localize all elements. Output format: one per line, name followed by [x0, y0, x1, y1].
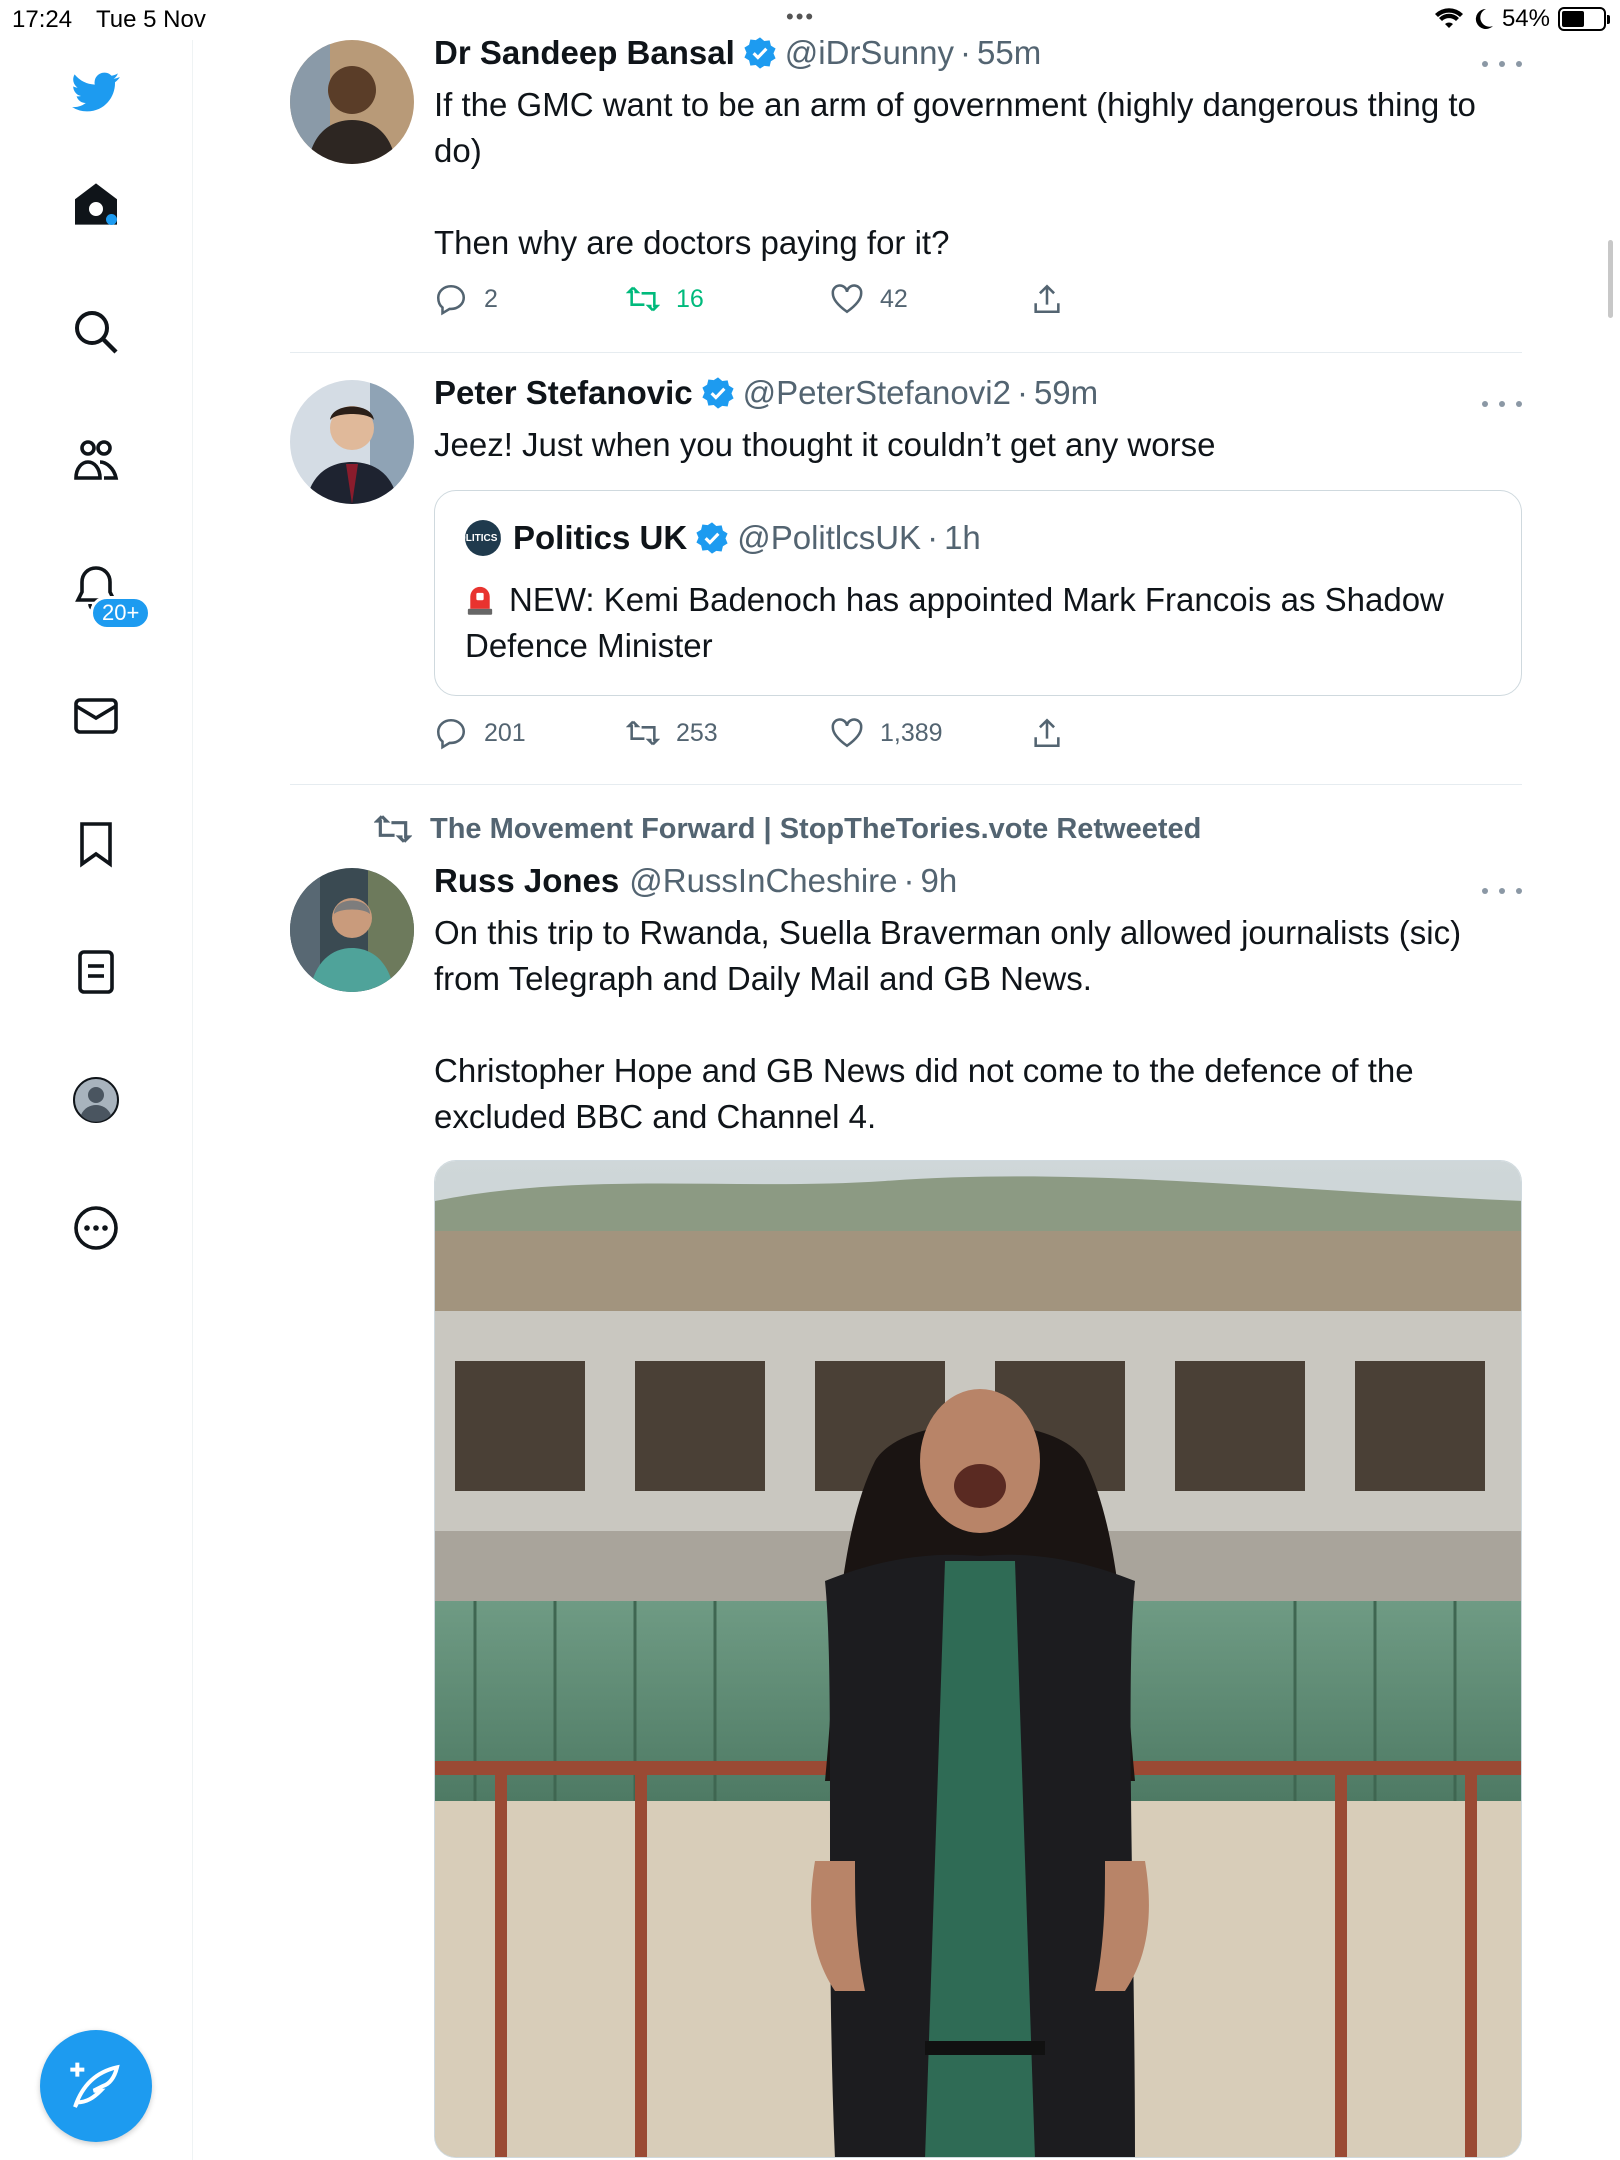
like-button[interactable]: 42	[830, 282, 908, 316]
quoted-tweet[interactable]: POLITICS UK Politics UK @PolitlcsUK · 1h…	[434, 490, 1522, 696]
more-options-icon[interactable]	[66, 1198, 126, 1258]
more-icon[interactable]	[1482, 394, 1522, 414]
retweet-icon	[374, 815, 412, 843]
twitter-bird-icon[interactable]	[66, 62, 126, 122]
tweet-text: On this trip to Rwanda, Suella Braverman…	[434, 914, 1462, 1135]
author-handle[interactable]: @PeterStefanovi2	[743, 374, 1011, 412]
quoted-author-handle[interactable]: @PolitlcsUK	[737, 519, 921, 557]
status-date: Tue 5 Nov	[96, 6, 206, 33]
tweet-actions: 201 253 1,389	[434, 716, 1174, 756]
verified-badge-icon	[744, 37, 776, 69]
separator: ·	[903, 862, 915, 899]
quoted-tweet-time[interactable]: 1h	[944, 519, 981, 557]
like-count: 42	[880, 284, 908, 313]
tweet-time[interactable]: 55m	[977, 34, 1041, 72]
like-button[interactable]: 1,389	[830, 716, 943, 750]
verified-badge-icon	[702, 377, 734, 409]
scrollbar[interactable]	[1608, 240, 1613, 318]
tweet[interactable]: The Movement Forward | StopTheTories.vot…	[290, 810, 1522, 2160]
tweet-photo[interactable]	[434, 1160, 1522, 2158]
tweet-header: Peter Stefanovic @PeterStefanovi2 · 59m	[434, 374, 1098, 412]
new-content-dot	[106, 214, 117, 225]
sidebar: 20+	[0, 40, 193, 2160]
bookmarks-icon[interactable]	[66, 814, 126, 874]
tweet-time[interactable]: 59m	[1034, 374, 1098, 412]
author-handle[interactable]: @RussInCheshire	[629, 862, 897, 900]
like-count: 1,389	[880, 718, 943, 747]
heart-icon	[831, 284, 863, 314]
avatar[interactable]	[290, 868, 414, 992]
tweet-actions: 2 16 42	[434, 282, 1174, 322]
reply-count: 201	[484, 718, 526, 747]
quoted-author-name[interactable]: Politics UK	[513, 519, 687, 557]
author-handle[interactable]: @iDrSunny	[785, 34, 954, 72]
separator: ·	[1016, 374, 1028, 411]
home-icon[interactable]	[66, 174, 126, 234]
retweet-count: 16	[676, 284, 704, 313]
battery-percent: 54%	[1501, 5, 1550, 32]
profile-icon[interactable]	[66, 1070, 126, 1130]
heart-icon	[831, 718, 863, 748]
retweet-icon	[626, 286, 660, 312]
tweet-text: Jeez! Just when you thought it couldn’t …	[434, 426, 1216, 463]
siren-emoji-icon	[467, 586, 493, 615]
messages-icon[interactable]	[66, 686, 126, 746]
tweet-header: Dr Sandeep Bansal @iDrSunny · 55m	[434, 34, 1041, 72]
reply-button[interactable]: 2	[434, 282, 498, 316]
separator: ·	[927, 519, 939, 556]
more-icon[interactable]	[1482, 881, 1522, 901]
more-icon[interactable]	[1482, 54, 1522, 74]
reply-icon	[436, 284, 466, 316]
retweet-icon	[626, 720, 660, 746]
share-button[interactable]	[1030, 282, 1064, 316]
author-name[interactable]: Russ Jones	[434, 862, 619, 900]
quoted-tweet-text: NEW: Kemi Badenoch has appointed Mark Fr…	[465, 581, 1444, 664]
reply-icon	[436, 718, 466, 750]
communities-icon[interactable]	[66, 430, 126, 490]
battery-icon	[1558, 7, 1610, 31]
moon-icon	[1475, 8, 1493, 29]
quoted-tweet-body: NEW: Kemi Badenoch has appointed Mark Fr…	[465, 577, 1505, 669]
tweet[interactable]: Dr Sandeep Bansal @iDrSunny · 55m If the…	[290, 34, 1522, 340]
notifications-badge: 20+	[90, 596, 152, 630]
verified-badge-icon	[696, 522, 728, 554]
share-button[interactable]	[1030, 716, 1064, 750]
wifi-icon	[1434, 8, 1463, 29]
multitasking-dots[interactable]: •••	[786, 4, 815, 30]
retweet-count: 253	[676, 718, 718, 747]
retweeted-by-text: The Movement Forward | StopTheTories.vot…	[430, 812, 1202, 845]
tweet-time[interactable]: 9h	[921, 862, 958, 900]
author-name[interactable]: Peter Stefanovic	[434, 374, 693, 412]
retweet-button[interactable]: 253	[626, 716, 718, 750]
share-icon	[1034, 718, 1060, 748]
status-indicators: 54%	[1434, 5, 1610, 33]
lists-icon[interactable]	[66, 942, 126, 1002]
tweet-divider	[290, 784, 1522, 785]
search-icon[interactable]	[66, 302, 126, 362]
separator: ·	[960, 34, 972, 71]
avatar[interactable]	[290, 380, 414, 504]
quoted-avatar[interactable]: POLITICS UK	[451, 520, 515, 556]
retweet-button[interactable]: 16	[626, 282, 704, 316]
quoted-tweet-header: POLITICS UK Politics UK @PolitlcsUK · 1h	[451, 519, 981, 557]
compose-tweet-button[interactable]	[40, 2030, 152, 2142]
avatar[interactable]	[290, 40, 414, 164]
status-time: 17:24	[12, 6, 73, 33]
compose-tweet-icon	[70, 2062, 120, 2108]
reply-count: 2	[484, 284, 498, 313]
tweet[interactable]: Peter Stefanovic @PeterStefanovi2 · 59m …	[290, 374, 1522, 770]
tweet-divider	[290, 352, 1522, 353]
share-icon	[1034, 284, 1060, 314]
tweet-text: If the GMC want to be an arm of governme…	[434, 86, 1476, 261]
retweeted-by-line[interactable]: The Movement Forward | StopTheTories.vot…	[374, 810, 1201, 848]
tweet-header: Russ Jones @RussInCheshire · 9h	[434, 862, 957, 900]
author-name[interactable]: Dr Sandeep Bansal	[434, 34, 735, 72]
reply-button[interactable]: 201	[434, 716, 526, 750]
